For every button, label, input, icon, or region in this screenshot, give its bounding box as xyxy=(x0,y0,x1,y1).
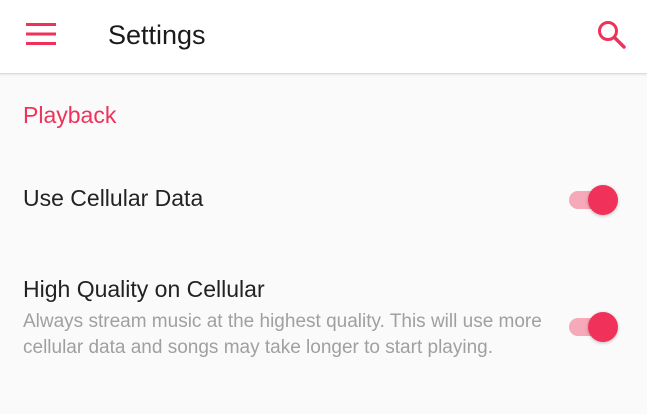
toggle-thumb xyxy=(588,312,618,342)
app-bar: Settings xyxy=(0,0,647,74)
setting-title-use-cellular-data: Use Cellular Data xyxy=(23,185,204,211)
page-title: Settings xyxy=(108,20,206,50)
high-quality-on-cellular-toggle[interactable] xyxy=(568,309,620,345)
use-cellular-data-toggle[interactable] xyxy=(568,182,620,218)
toggle-thumb xyxy=(588,185,618,215)
section-header-playback: Playback xyxy=(23,102,117,128)
setting-description-high-quality: Always stream music at the highest quali… xyxy=(23,311,542,358)
hamburger-menu-icon[interactable] xyxy=(26,22,56,46)
search-icon[interactable] xyxy=(596,19,628,51)
setting-title-high-quality-on-cellular: High Quality on Cellular xyxy=(23,276,265,302)
